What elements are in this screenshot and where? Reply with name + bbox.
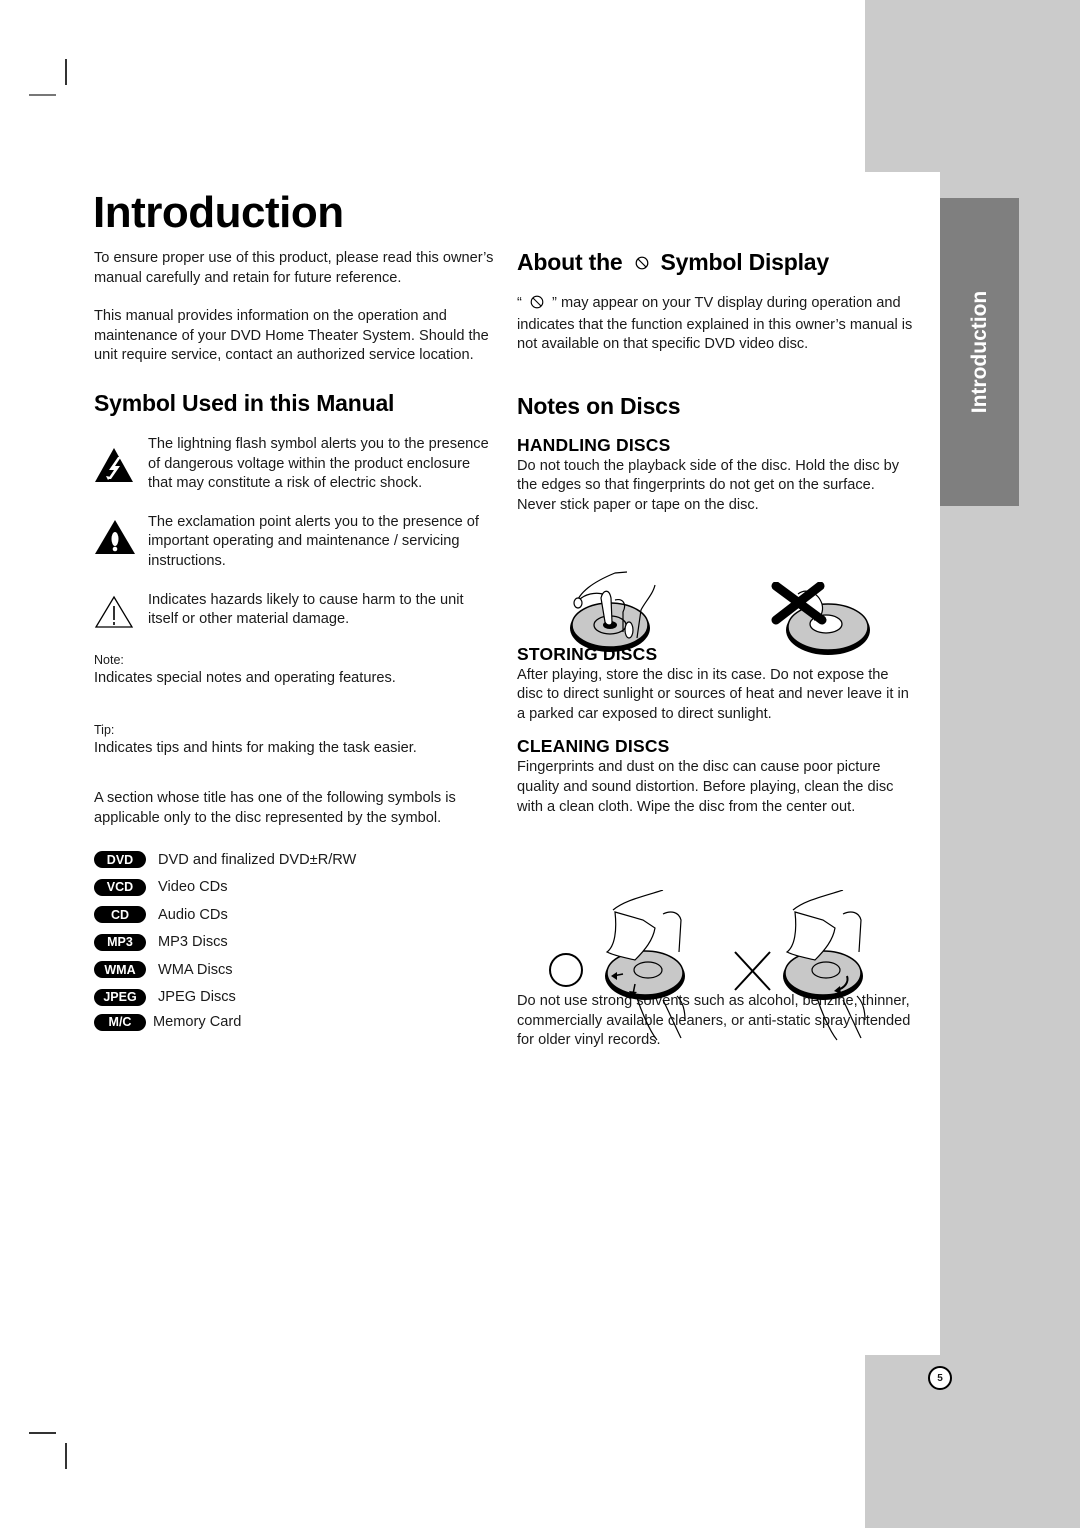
disc-type-label: Memory Card [153,1014,242,1031]
jpeg-badge-icon: JPEG [94,988,146,1006]
memory-card-badge-icon: M/C [94,1013,146,1031]
correct-handling-illustration [570,571,656,652]
disc-type-label: WMA Discs [158,961,233,978]
prohibited-symbol-icon [635,249,649,276]
side-tab-label: Introduction [967,290,991,414]
disc-type-item: VCD Video CDs [94,874,494,902]
correct-mark-circle-icon [549,953,583,987]
about-symbol-heading-end: Symbol Display [660,249,830,275]
cleaning-discs-heading: CLEANING DISCS [517,736,670,757]
symbol-description: The exclamation point alerts you to the … [148,513,479,569]
left-column: To ensure proper use of this product, pl… [94,249,494,1033]
disc-type-label: JPEG Discs [158,989,236,1006]
cleaning-illustration [549,890,866,1041]
handling-discs-text: Do not touch the playback side of the di… [517,457,900,513]
about-symbol-heading-start: About the [517,249,623,275]
intro-paragraph: To ensure proper use of this product, pl… [94,250,494,286]
incorrect-handling-illustration [771,582,870,655]
vcd-badge-icon: VCD [94,878,146,896]
margin-band-top [865,0,1080,172]
caution-outline-icon [94,591,148,629]
disc-symbols-intro: A section whose title has one of the fol… [94,789,456,826]
storing-discs-text: After playing, store the disc in its cas… [517,666,909,722]
cd-badge-icon: CD [94,906,146,924]
page-number: 5 [928,1366,952,1390]
disc-type-item: MP3 MP3 Discs [94,929,494,957]
exclamation-warning-icon [94,513,148,555]
crop-mark [65,1443,67,1469]
quote-close: ” [552,295,557,311]
dvd-badge-icon: DVD [94,851,146,869]
intro-paragraph: This manual provides information on the … [94,308,489,364]
disc-type-label: Video CDs [158,879,228,896]
tip-text: Indicates tips and hints for making the … [94,740,417,757]
disc-type-item: M/C Memory Card [94,1011,494,1033]
mp3-badge-icon: MP3 [94,933,146,951]
crop-mark [29,94,56,96]
section-side-tab: Introduction [940,198,1019,506]
notes-on-discs-heading: Notes on Discs [517,392,681,419]
disc-type-item: WMA WMA Discs [94,956,494,984]
lightning-warning-icon [94,435,148,483]
note-text: Indicates special notes and operating fe… [94,669,396,686]
symbol-item: Indicates hazards likely to cause harm t… [94,591,494,630]
wma-badge-icon: WMA [94,961,146,979]
disc-type-label: MP3 Discs [158,934,228,951]
symbol-description: Indicates hazards likely to cause harm t… [148,591,464,628]
correct-cleaning-disc [605,890,686,1041]
disc-type-label: DVD and finalized DVD±R/RW [158,851,357,868]
prohibited-symbol-icon [530,295,544,316]
crop-mark [29,1432,56,1434]
disc-type-label: Audio CDs [158,906,228,923]
symbol-item: The lightning flash symbol alerts you to… [94,435,494,494]
cleaning-discs-text: Fingerprints and dust on the disc can ca… [517,759,894,815]
disc-type-list: DVD DVD and finalized DVD±R/RW VCD Video… [94,846,494,1033]
quote-open: “ [517,295,522,311]
page-title: Introduction [93,188,344,237]
disc-type-item: CD Audio CDs [94,901,494,929]
about-symbol-description: may appear on your TV display during ope… [517,295,913,353]
about-symbol-heading: About the Symbol Display [517,249,917,276]
symbol-section-heading: Symbol Used in this Manual [94,389,395,416]
disc-type-item: JPEG JPEG Discs [94,984,494,1012]
note-label: Note: [94,652,124,667]
incorrect-cleaning-disc [783,890,866,1041]
margin-band-bottom [865,1355,1080,1528]
tip-label: Tip: [94,723,115,738]
handling-discs-heading: HANDLING DISCS [517,434,671,455]
disc-type-item: DVD DVD and finalized DVD±R/RW [94,846,494,874]
incorrect-mark-x-icon [734,951,771,991]
crop-mark [65,59,67,85]
symbol-item: The exclamation point alerts you to the … [94,513,494,572]
about-symbol-text: “ ” may appear on your TV display during… [517,294,917,355]
symbol-description: The lightning flash symbol alerts you to… [148,435,489,492]
